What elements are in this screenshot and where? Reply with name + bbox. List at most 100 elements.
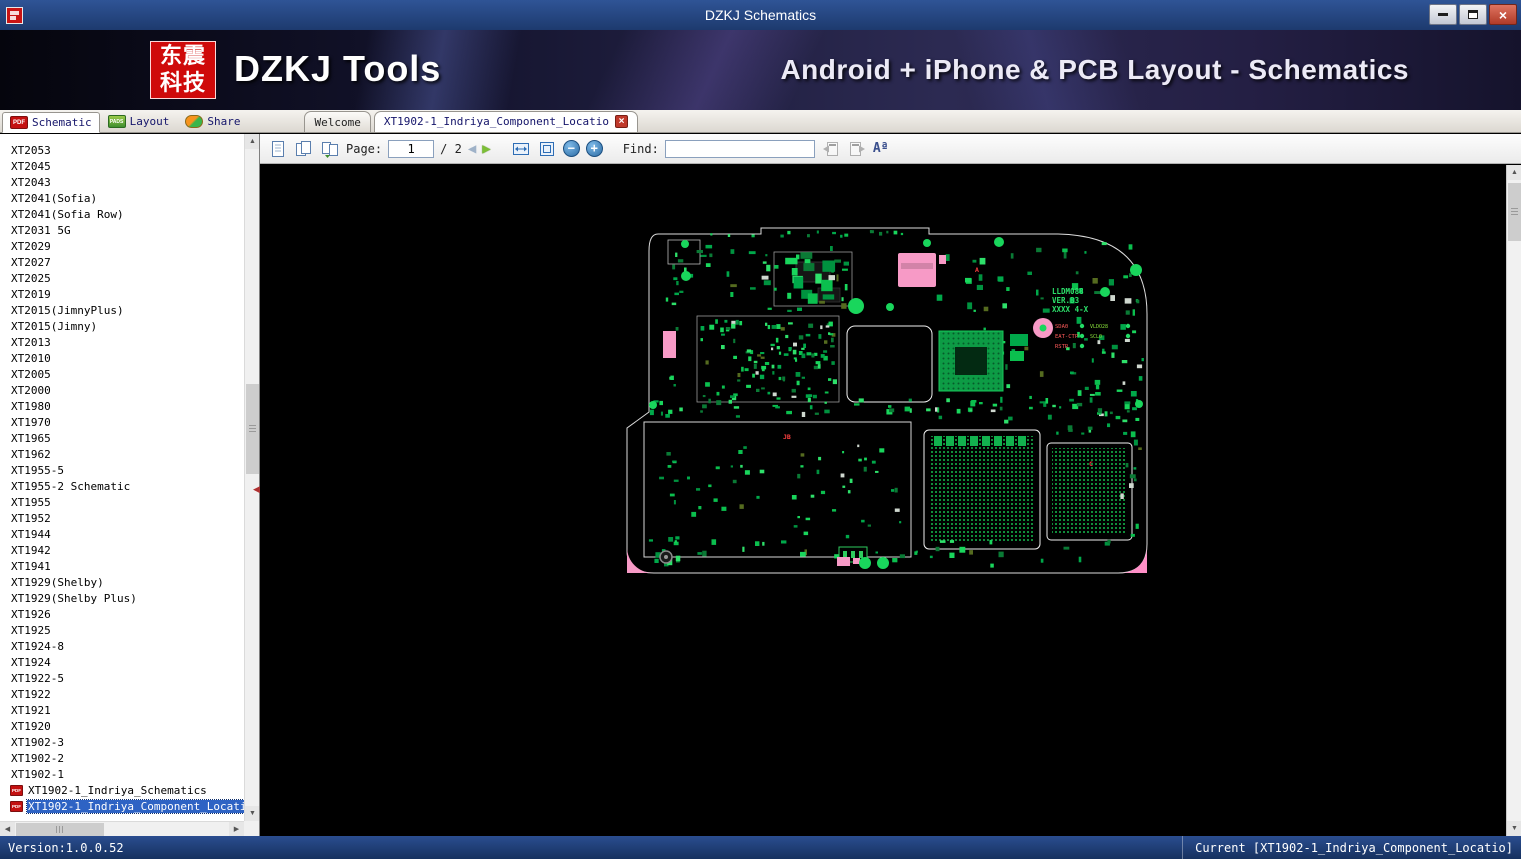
svg-text:A: A bbox=[975, 266, 979, 274]
tree-item[interactable]: XT2025 bbox=[10, 270, 243, 286]
model-tree: XT2053 XT2045 XT2043 XT2041(Sofia) XT2041(So… bbox=[10, 142, 256, 814]
tree-item[interactable]: XT1902-2 bbox=[10, 750, 243, 766]
tree-item[interactable]: XT2041(Sofia) bbox=[10, 190, 243, 206]
scroll-left-icon[interactable]: ◀ bbox=[0, 822, 15, 836]
tree-item-label: XT2015(JimnyPlus) bbox=[11, 303, 124, 317]
tree-item[interactable]: PDF XT1902-1_Indriya_Component_Locatio bbox=[10, 798, 256, 814]
tab-welcome[interactable]: Welcome bbox=[304, 111, 371, 132]
viewer-scroll-down-icon[interactable]: ▼ bbox=[1507, 821, 1521, 836]
tree-item[interactable]: XT1902-1 bbox=[10, 766, 243, 782]
splitter-collapse-icon[interactable]: ◀ bbox=[253, 484, 260, 495]
sidebar-scroll-thumb[interactable] bbox=[246, 384, 259, 474]
page-single-icon[interactable] bbox=[268, 139, 288, 159]
tree-item[interactable]: XT1970 bbox=[10, 414, 243, 430]
tree-item[interactable]: PDF XT1902-1_Indriya_Schematics bbox=[10, 782, 243, 798]
tree-item[interactable]: XT1922 bbox=[10, 686, 243, 702]
viewer-toolbar: Page: / 2 ◀ ▶ − + Find: bbox=[260, 134, 1521, 164]
tree-item[interactable]: XT2053 bbox=[10, 142, 243, 158]
scroll-right-icon[interactable]: ▶ bbox=[229, 822, 244, 836]
find-input[interactable] bbox=[664, 139, 815, 158]
zoom-in-button[interactable]: + bbox=[585, 140, 603, 157]
viewer-scroll-up-icon[interactable]: ▲ bbox=[1507, 165, 1521, 180]
tab-share-label: Share bbox=[207, 115, 241, 128]
tab-schematic[interactable]: PDF Schematic bbox=[2, 112, 100, 133]
tree-item[interactable]: XT1922-5 bbox=[10, 670, 243, 686]
page-input[interactable] bbox=[388, 139, 435, 158]
tab-component-location-label: XT1902-1_Indriya_Component_Locatio bbox=[383, 115, 610, 128]
tree-item[interactable]: XT1924-8 bbox=[10, 638, 243, 654]
tree-item[interactable]: XT1980 bbox=[10, 398, 243, 414]
tree-item[interactable]: XT1920 bbox=[10, 718, 243, 734]
sidebar-vertical-scrollbar[interactable]: ▲ ▼ bbox=[244, 134, 259, 821]
tree-item[interactable]: XT2015(Jimny) bbox=[10, 318, 243, 334]
tree-item[interactable]: XT2027 bbox=[10, 254, 243, 270]
tree-item[interactable]: XT1955-2 Schematic bbox=[10, 478, 243, 494]
tree-item[interactable]: XT1925 bbox=[10, 622, 243, 638]
tree-item-label: XT1902-1 bbox=[11, 767, 64, 781]
tree-item[interactable]: XT2043 bbox=[10, 174, 243, 190]
tree-item[interactable]: XT1902-3 bbox=[10, 734, 243, 750]
sidebar-hscroll-thumb[interactable] bbox=[16, 823, 104, 836]
viewer-vertical-scrollbar[interactable]: ▲ ▼ bbox=[1506, 165, 1521, 836]
tree-item[interactable]: XT1944 bbox=[10, 526, 243, 542]
find-previous-icon[interactable] bbox=[821, 139, 841, 159]
tree-item[interactable]: XT1955 bbox=[10, 494, 243, 510]
scroll-up-icon[interactable]: ▲ bbox=[245, 134, 259, 149]
svg-text:SCL0: SCL0 bbox=[1090, 334, 1102, 340]
tree-item[interactable]: XT1924 bbox=[10, 654, 243, 670]
tree-item[interactable]: XT1921 bbox=[10, 702, 243, 718]
tree-item[interactable]: XT1929(Shelby) bbox=[10, 574, 243, 590]
tree-item[interactable]: XT2041(Sofia Row) bbox=[10, 206, 243, 222]
company-logo: 东震 科技 bbox=[150, 41, 216, 99]
page-facing-icon[interactable] bbox=[294, 139, 314, 159]
tree-item[interactable]: XT2019 bbox=[10, 286, 243, 302]
scroll-down-icon[interactable]: ▼ bbox=[245, 806, 259, 821]
tree-item[interactable]: XT1942 bbox=[10, 542, 243, 558]
fit-page-icon[interactable] bbox=[537, 139, 557, 159]
viewer-scroll-thumb[interactable] bbox=[1508, 183, 1521, 241]
tree-item-label: XT1920 bbox=[11, 719, 51, 733]
maximize-button[interactable] bbox=[1459, 4, 1487, 25]
tab-share[interactable]: Share bbox=[177, 111, 248, 132]
tree-item[interactable]: XT2013 bbox=[10, 334, 243, 350]
tree-item[interactable]: XT1926 bbox=[10, 606, 243, 622]
tree-item[interactable]: XT2010 bbox=[10, 350, 243, 366]
tree-item[interactable]: XT2031 5G bbox=[10, 222, 243, 238]
pdf-viewer[interactable]: LLDM088 VER.B3 XXXX 4-X SDA0 VLDO28 EAT-CTP SC… bbox=[260, 164, 1521, 836]
share-icon bbox=[185, 115, 204, 128]
pcb-board-page[interactable]: LLDM088VER.B3XXXX 4-X SDA0 VLDO28 EAT-CTP SC… bbox=[406, 166, 1357, 836]
previous-page-icon[interactable]: ◀ bbox=[468, 139, 476, 159]
tab-layout[interactable]: PADS Layout bbox=[100, 111, 178, 132]
page-label: Page: bbox=[346, 141, 383, 156]
close-button[interactable]: × bbox=[1489, 4, 1517, 25]
zoom-out-button[interactable]: − bbox=[562, 140, 580, 157]
tree-item[interactable]: XT1962 bbox=[10, 446, 243, 462]
minimize-button[interactable] bbox=[1429, 4, 1457, 25]
tree-item[interactable]: XT2005 bbox=[10, 366, 243, 382]
tree-item-label: XT2027 bbox=[11, 255, 51, 269]
tab-component-location[interactable]: XT1902-1_Indriya_Component_Locatio × bbox=[373, 111, 639, 132]
tree-item[interactable]: XT2029 bbox=[10, 238, 243, 254]
tree-item[interactable]: XT1929(Shelby Plus) bbox=[10, 590, 243, 606]
next-page-icon[interactable]: ▶ bbox=[482, 139, 490, 159]
tree-item-label: XT1926 bbox=[11, 607, 51, 621]
tree-item-label: XT1970 bbox=[11, 415, 51, 429]
tree-item[interactable]: XT2015(JimnyPlus) bbox=[10, 302, 243, 318]
find-next-icon[interactable] bbox=[847, 139, 867, 159]
tab-close-icon[interactable]: × bbox=[615, 115, 629, 128]
text-size-icon[interactable]: Aª bbox=[873, 141, 889, 156]
tree-item[interactable]: XT1952 bbox=[10, 510, 243, 526]
fit-width-icon[interactable] bbox=[511, 139, 531, 159]
logo-text-line2: 科技 bbox=[159, 70, 206, 95]
tree-item-label: XT1925 bbox=[11, 623, 51, 637]
sidebar-horizontal-scrollbar[interactable]: ◀ ▶ bbox=[0, 821, 244, 836]
tree-item[interactable]: XT1965 bbox=[10, 430, 243, 446]
tree-item[interactable]: XT1941 bbox=[10, 558, 243, 574]
find-label: Find: bbox=[622, 141, 659, 156]
page-continuous-icon[interactable] bbox=[320, 139, 340, 159]
tree-item-label: XT2043 bbox=[11, 175, 51, 189]
tree-item-label: XT1902-1_Indriya_Schematics bbox=[28, 783, 207, 797]
tree-item[interactable]: XT2000 bbox=[10, 382, 243, 398]
tree-item[interactable]: XT2045 bbox=[10, 158, 243, 174]
tree-item[interactable]: XT1955-5 bbox=[10, 462, 243, 478]
